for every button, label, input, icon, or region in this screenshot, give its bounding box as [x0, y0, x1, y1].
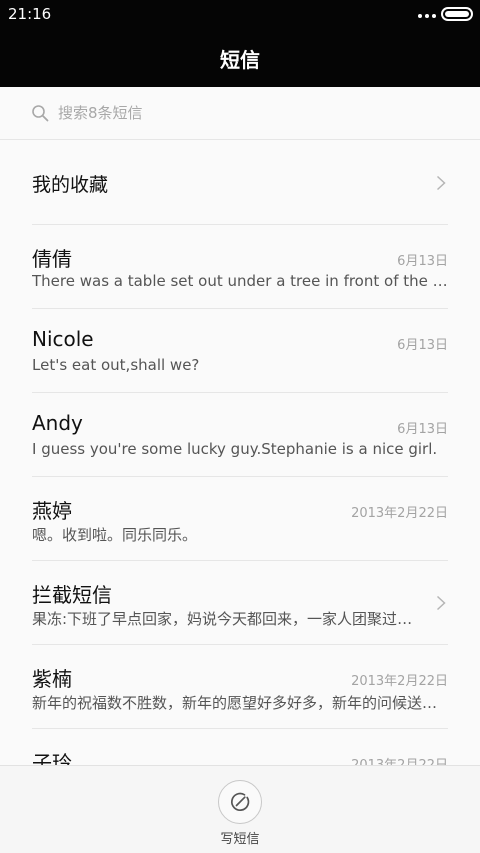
search-icon [32, 105, 49, 122]
message-preview: 新年的祝福数不胜数，新年的愿望好多好多，新年的问候送给你 [32, 694, 448, 712]
contact-name: 倩倩 [32, 247, 72, 271]
conversation-row[interactable]: Nicole 6月13日 Let's eat out,shall we? [0, 309, 480, 393]
conversation-row[interactable]: Andy 6月13日 I guess you're some lucky guy… [0, 393, 480, 477]
chevron-right-icon [436, 175, 446, 191]
message-date: 2013年2月22日 [351, 506, 448, 521]
status-time: 21:16 [8, 5, 52, 23]
favorites-entry[interactable]: 我的收藏 [0, 141, 480, 225]
contact-name: 燕婷 [32, 499, 72, 523]
page-title: 短信 [220, 48, 260, 72]
search-bar [0, 87, 480, 140]
top-bar: 21:16 短信 [0, 0, 480, 87]
more-dots-icon [418, 14, 436, 18]
message-preview: 嗯。收到啦。同乐同乐。 [32, 526, 198, 544]
contact-name: 子玲 [32, 751, 72, 765]
message-date: 2013年2月22日 [351, 754, 448, 765]
message-preview: I guess you're some lucky guy.Stephanie … [32, 440, 438, 458]
chevron-right-icon [436, 595, 446, 611]
contact-name: Andy [32, 411, 83, 435]
message-date: 6月13日 [397, 254, 448, 269]
conversation-row[interactable]: 燕婷 2013年2月22日 嗯。收到啦。同乐同乐。 [0, 477, 480, 561]
status-bar: 21:16 [0, 0, 480, 30]
message-date: 6月13日 [397, 422, 448, 437]
search-input[interactable] [58, 99, 448, 127]
blocked-messages-row[interactable]: 拦截短信 果冻:下班了早点回家，妈说今天都回来，一家人团聚过年吧 [0, 561, 480, 645]
compose-button[interactable] [218, 780, 262, 824]
bottom-action-bar: 写短信 [0, 765, 480, 853]
battery-icon [441, 7, 473, 21]
conversation-row[interactable]: 倩倩 6月13日 There was a table set out under… [0, 225, 480, 309]
message-preview: Let's eat out,shall we? [32, 356, 200, 374]
message-date: 2013年2月22日 [351, 674, 448, 689]
conversation-row[interactable]: 子玲 2013年2月22日 [0, 729, 480, 765]
contact-name: 紫楠 [32, 667, 72, 691]
conversation-list: 我的收藏 倩倩 6月13日 There was a table set out … [0, 141, 480, 765]
message-date: 6月13日 [397, 338, 448, 353]
message-preview: There was a table set out under a tree i… [32, 272, 448, 290]
contact-name: Nicole [32, 327, 94, 351]
compose-icon [231, 792, 250, 811]
favorites-label: 我的收藏 [32, 174, 109, 196]
conversation-row[interactable]: 紫楠 2013年2月22日 新年的祝福数不胜数，新年的愿望好多好多，新年的问候送… [0, 645, 480, 729]
sms-app: 21:16 短信 我的收藏 倩倩 6月13日 There was a table… [0, 0, 480, 853]
message-preview: 果冻:下班了早点回家，妈说今天都回来，一家人团聚过年吧 [32, 610, 426, 628]
compose-label: 写短信 [220, 832, 260, 847]
battery-fill [445, 11, 469, 17]
contact-name: 拦截短信 [32, 583, 112, 607]
